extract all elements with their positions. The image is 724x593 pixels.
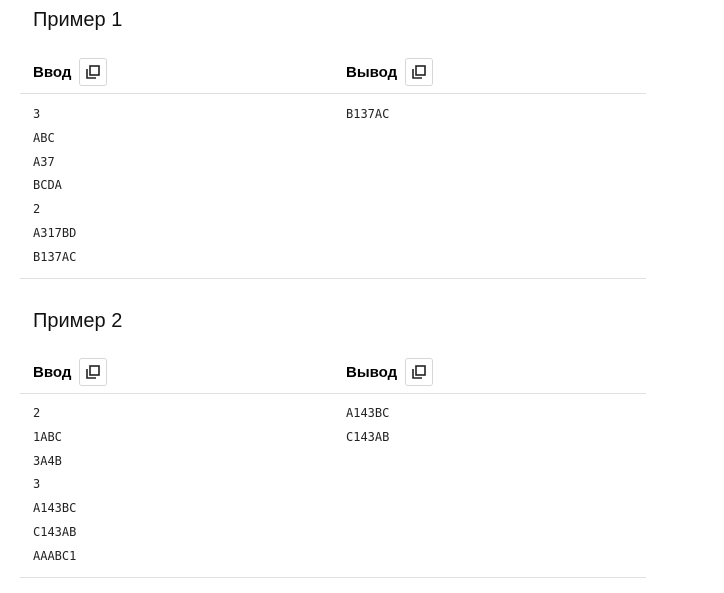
example-title: Пример 2 bbox=[33, 310, 123, 332]
input-line: 3 bbox=[33, 107, 41, 121]
example-header: Ввод Вывод bbox=[20, 353, 646, 394]
input-line: BCDA bbox=[33, 178, 62, 193]
input-line: AAABC1 bbox=[33, 548, 77, 563]
input-line: 3A4B bbox=[33, 453, 62, 468]
output-header: Вывод bbox=[346, 57, 434, 87]
input-line: ABC bbox=[33, 130, 55, 145]
input-header: Ввод bbox=[33, 357, 108, 387]
copy-output-button[interactable] bbox=[405, 358, 434, 386]
input-line: 2 bbox=[33, 202, 41, 217]
copy-icon bbox=[86, 65, 101, 79]
example-header: Ввод Вывод bbox=[20, 53, 646, 94]
input-label: Ввод bbox=[33, 363, 72, 381]
output-label: Вывод bbox=[346, 63, 398, 81]
copy-input-button[interactable] bbox=[79, 358, 108, 386]
input-header: Ввод bbox=[33, 57, 108, 87]
input-line: A317BD bbox=[33, 225, 77, 240]
input-line: B137AC bbox=[33, 249, 77, 264]
input-line: 2 bbox=[33, 406, 41, 420]
copy-output-button[interactable] bbox=[405, 58, 434, 86]
divider bbox=[20, 278, 646, 279]
input-line: C143AB bbox=[33, 524, 77, 539]
input-line: A37 bbox=[33, 154, 55, 169]
input-line: 3 bbox=[33, 477, 41, 492]
example-title: Пример 1 bbox=[33, 9, 123, 31]
output-label: Вывод bbox=[346, 363, 398, 381]
copy-icon bbox=[412, 365, 426, 379]
copy-input-button[interactable] bbox=[79, 58, 108, 86]
output-header: Вывод bbox=[346, 357, 434, 387]
output-data: A143BC C143AB bbox=[346, 402, 389, 450]
output-data: B137AC bbox=[346, 103, 389, 127]
input-data: 2 1ABC 3A4B 3 A143BC C143AB AAABC1 bbox=[33, 402, 76, 569]
output-line: B137AC bbox=[346, 107, 390, 121]
input-line: A143BC bbox=[33, 501, 77, 516]
copy-icon bbox=[412, 65, 426, 79]
input-line: 1ABC bbox=[33, 429, 62, 444]
copy-icon bbox=[86, 365, 101, 379]
input-data: 3 ABC A37 BCDA 2 A317BD B137AC bbox=[33, 103, 76, 270]
input-label: Ввод bbox=[33, 63, 72, 81]
divider bbox=[20, 577, 646, 578]
output-line: A143BC bbox=[346, 406, 390, 420]
output-line: C143AB bbox=[346, 429, 390, 444]
